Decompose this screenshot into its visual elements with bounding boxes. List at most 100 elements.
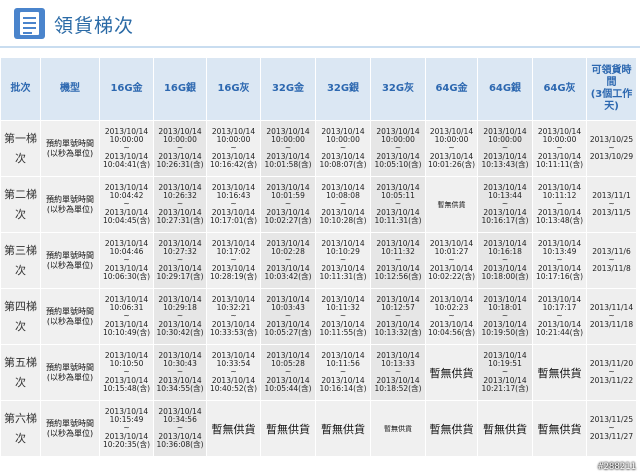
- end-time: 10:04:41(含): [102, 160, 151, 170]
- model-cell: 預約單號時間 (以秒為單位): [40, 120, 100, 177]
- end-time: 10:19:50(含): [481, 328, 529, 338]
- model-cell: 預約單號時間 (以秒為單位): [40, 344, 100, 401]
- time-range-cell: 2013/10/14 10:32:21 ~2013/10/14 10:33:53(含): [206, 288, 261, 345]
- batch-label: 次: [15, 319, 26, 333]
- time-range-cell: 2013/10/14 10:11:12 ~2013/10/14 10:13:48(含): [532, 176, 587, 233]
- end-time: 10:17:01(含): [209, 216, 258, 226]
- time-range-cell: 2013/10/14 10:04:42 ~2013/10/14 10:04:45(含): [99, 176, 154, 233]
- time-range-cell: 2013/10/14 10:11:32 ~2013/10/14 10:12:56(含): [370, 232, 426, 289]
- end-time: 10:06:30(含): [102, 272, 151, 282]
- pickup-header-line: (3個工作: [590, 89, 633, 100]
- end-time: 10:16:14(含): [319, 384, 367, 394]
- col-header-64g-silver: 64G銀: [477, 57, 533, 121]
- pickup-date-cell: 2013/11/20 ~2013/11/22: [586, 344, 637, 401]
- batch-label: 第三梯: [4, 243, 37, 257]
- time-range-cell: 2013/10/14 10:05:28 ~2013/10/14 10:05:44(含): [260, 344, 316, 401]
- pickup-date-cell: 2013/11/14 ~2013/11/18: [586, 288, 637, 345]
- no-supply-text: 暫無供貨: [211, 422, 256, 436]
- no-supply-cell: 暫無供貨: [206, 400, 261, 457]
- time-range-cell: 2013/10/14 10:02:23 ~2013/10/14 10:04:56(含): [425, 288, 478, 345]
- pickup-to: 2013/11/22: [589, 375, 634, 385]
- no-supply-text: 暫無供貨: [437, 200, 466, 209]
- pickup-header-line: 天): [604, 101, 619, 112]
- model-label: 預約單號時間: [46, 306, 94, 316]
- pickup-date-cell: 2013/11/1 ~2013/11/5: [586, 176, 637, 233]
- col-header-batch: 批次: [0, 57, 41, 121]
- model-label: 預約單號時間: [46, 418, 94, 428]
- time-range-cell: 2013/10/14 10:05:11 ~2013/10/14 10:11:31(含): [370, 176, 426, 233]
- pickup-date-cell: 2013/11/6 ~2013/11/8: [586, 232, 637, 289]
- end-time: 10:18:00(含): [481, 272, 529, 282]
- model-label: (以秒為單位): [46, 260, 94, 270]
- end-time: 10:36:08(含): [156, 440, 204, 450]
- col-header-16g-gray: 16G灰: [206, 57, 261, 121]
- no-supply-text: 暫無供貨: [483, 422, 527, 436]
- batch-cell: 第五梯次: [0, 344, 41, 401]
- time-range-cell: 2013/10/14 10:15:49 ~2013/10/14 10:20:35(含): [99, 400, 154, 457]
- no-supply-text: 暫無供貨: [537, 422, 582, 436]
- model-label: (以秒為單位): [46, 148, 94, 158]
- time-range-cell: 2013/10/14 10:13:44 ~2013/10/14 10:16:17(含): [477, 176, 533, 233]
- end-time: 10:13:43(含): [481, 160, 529, 170]
- pickup-date-cell: 2013/11/25 ~2013/11/27: [586, 400, 637, 457]
- end-time: 10:21:44(含): [535, 328, 584, 338]
- end-time: 10:05:44(含): [264, 384, 312, 394]
- end-time: 10:11:11(含): [535, 160, 584, 170]
- page-header: 領貨梯次: [0, 0, 640, 52]
- time-range-cell: 2013/10/14 10:17:02 ~2013/10/14 10:28:19(含): [206, 232, 261, 289]
- end-time: 10:26:31(含): [156, 160, 204, 170]
- col-header-16g-silver: 16G銀: [153, 57, 207, 121]
- batch-label: 第四梯: [4, 299, 37, 313]
- batch-cell: 第四梯次: [0, 288, 41, 345]
- pickup-date-cell: 2013/10/25 ~2013/10/29: [586, 120, 637, 177]
- no-supply-text: 暫無供貨: [537, 366, 582, 380]
- batch-label: 第一梯: [4, 131, 37, 145]
- table-row: 第三梯次預約單號時間 (以秒為單位) 2013/10/14 10:04:46 ~2013…: [0, 232, 637, 289]
- model-label: (以秒為單位): [46, 204, 94, 214]
- page-title: 領貨梯次: [54, 15, 135, 37]
- end-time: 10:04:45(含): [102, 216, 151, 226]
- time-range-cell: 2013/10/14 10:10:29 ~2013/10/14 10:11:31(含): [315, 232, 371, 289]
- time-range-cell: 2013/10/14 10:13:33 ~2013/10/14 10:18:52(含): [370, 344, 426, 401]
- end-time: 10:29:17(含): [156, 272, 204, 282]
- col-header-64g-gold: 64G金: [425, 57, 478, 121]
- time-range-cell: 2013/10/14 10:29:18 ~2013/10/14 10:30:42(含): [153, 288, 207, 345]
- time-range-cell: 2013/10/14 10:03:43 ~2013/10/14 10:05:27(含): [260, 288, 316, 345]
- time-range-cell: 2013/10/14 10:27:32 ~2013/10/14 10:29:17(含): [153, 232, 207, 289]
- end-time: 10:27:31(含): [156, 216, 204, 226]
- end-time: 10:03:42(含): [264, 272, 312, 282]
- end-time: 10:16:17(含): [481, 216, 529, 226]
- time-range-cell: 2013/10/14 10:30:43 ~2013/10/14 10:34:55(含): [153, 344, 207, 401]
- end-time: 10:02:27(含): [264, 216, 312, 226]
- time-range-cell: 2013/10/14 10:18:01 ~2013/10/14 10:19:50(含): [477, 288, 533, 345]
- end-time: 10:34:55(含): [156, 384, 204, 394]
- end-time: 10:02:22(含): [427, 272, 476, 282]
- no-supply-cell: 暫無供貨: [370, 400, 426, 457]
- end-time: 10:12:56(含): [374, 272, 422, 282]
- time-range-cell: 2013/10/14 10:11:32 ~2013/10/14 10:11:55(含): [315, 288, 371, 345]
- batch-label: 第二梯: [4, 187, 37, 201]
- end-time: 10:18:52(含): [374, 384, 422, 394]
- end-time: 10:13:48(含): [535, 216, 584, 226]
- pickup-to: 2013/11/8: [592, 263, 631, 273]
- end-time: 10:40:52(含): [209, 384, 258, 394]
- batch-cell: 第六梯次: [0, 400, 41, 457]
- end-time: 10:16:42(含): [209, 160, 258, 170]
- time-range-cell: 2013/10/14 10:00:00 ~2013/10/14 10:04:41(含): [99, 120, 154, 177]
- batch-label: 次: [15, 263, 26, 277]
- batch-cell: 第三梯次: [0, 232, 41, 289]
- end-time: 10:13:32(含): [374, 328, 422, 338]
- batch-label: 次: [15, 151, 26, 165]
- table-row: 第一梯次預約單號時間 (以秒為單位) 2013/10/14 10:00:00 ~2013…: [0, 120, 637, 177]
- no-supply-text: 暫無供貨: [321, 422, 365, 436]
- no-supply-cell: 暫無供貨: [315, 400, 371, 457]
- end-time: 10:21:17(含): [481, 384, 529, 394]
- col-header-16g-gold: 16G金: [99, 57, 154, 121]
- model-label: (以秒為單位): [46, 316, 94, 326]
- model-cell: 預約單號時間 (以秒為單位): [40, 400, 100, 457]
- time-range-cell: 2013/10/14 10:19:51 ~2013/10/14 10:21:17(含): [477, 344, 533, 401]
- pickup-to: 2013/10/29: [589, 151, 634, 161]
- model-label: 預約單號時間: [46, 194, 94, 204]
- col-header-32g-silver: 32G銀: [315, 57, 371, 121]
- time-range-cell: 2013/10/14 10:00:00 ~2013/10/14 10:01:58(含): [260, 120, 316, 177]
